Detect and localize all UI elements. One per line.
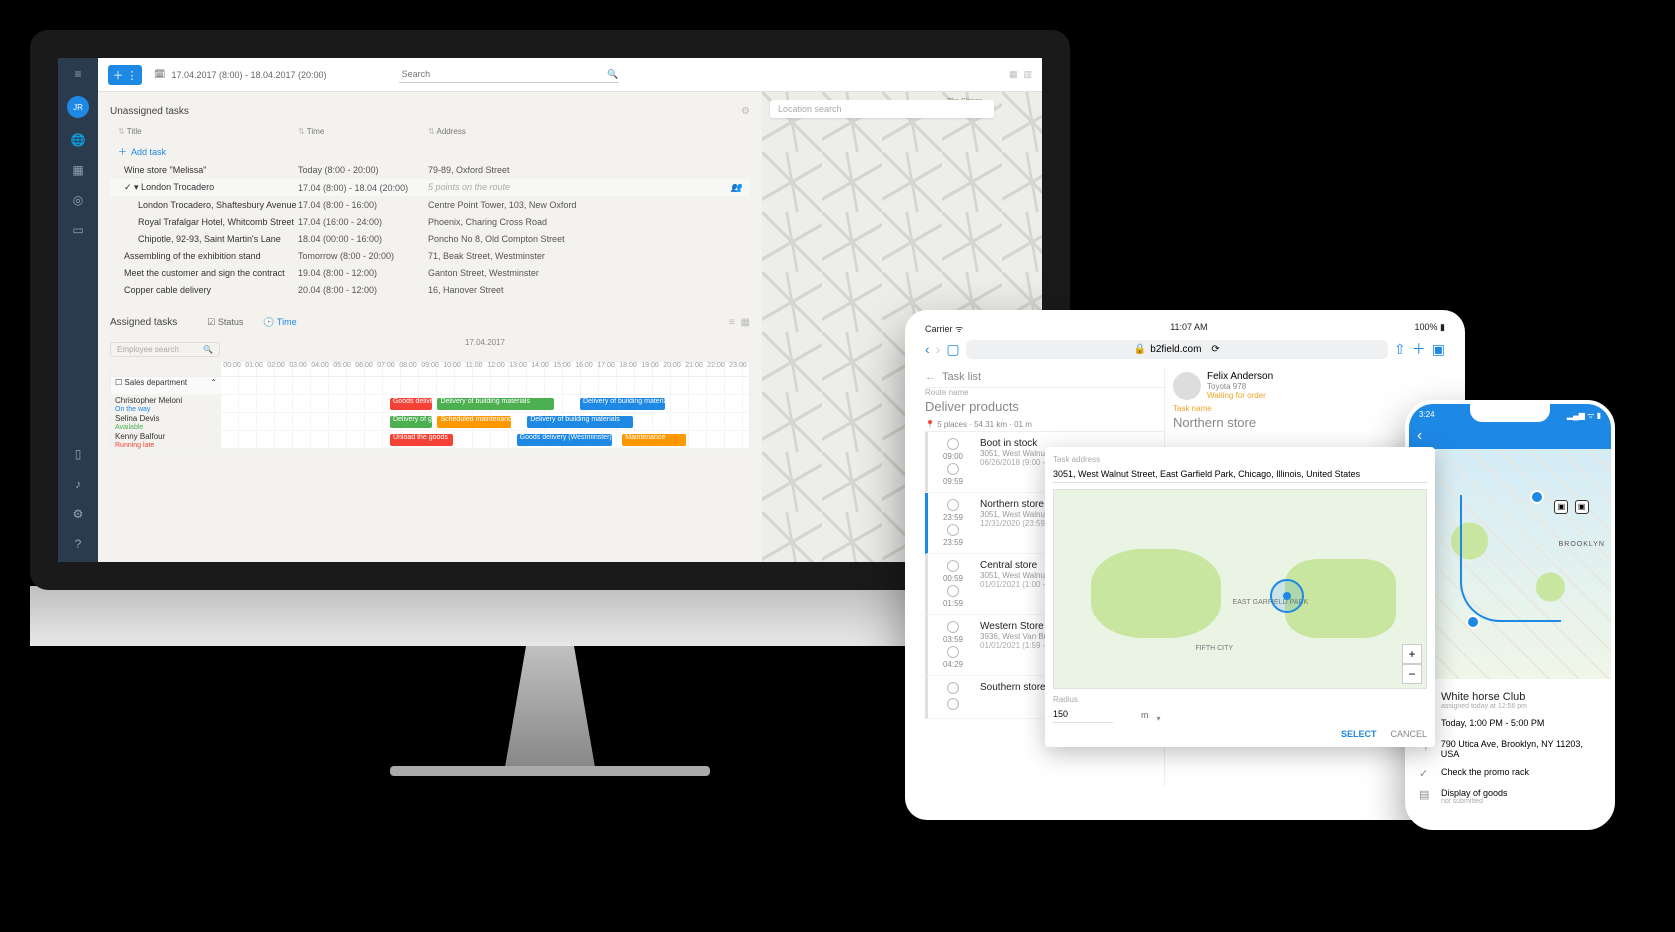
zoom-out-button[interactable]: − bbox=[1402, 664, 1422, 684]
map-marker-icon[interactable]: ▣ bbox=[1575, 500, 1589, 514]
route-name: Deliver products bbox=[925, 399, 1164, 414]
task-form: Display of goods bbox=[1441, 788, 1508, 798]
task-check: Check the promo rack bbox=[1441, 767, 1529, 777]
route-meta: 📍 5 places · 54.31 km · 01 m bbox=[925, 418, 1164, 432]
task-list-header[interactable]: ← Task list bbox=[925, 367, 1164, 388]
avatar bbox=[1173, 372, 1201, 400]
topbar: ＋ ⋮ 🗓 17.04.2017 (8:00) - 18.04.2017 (20… bbox=[98, 58, 1042, 92]
select-button[interactable]: SELECT bbox=[1341, 729, 1377, 739]
grid-view-icon[interactable]: ▦ bbox=[741, 317, 750, 328]
search-icon: 🔍 bbox=[203, 345, 213, 354]
gantt-row[interactable]: Selina DevisAvailableDelivery of g.Sched… bbox=[111, 413, 749, 431]
list-view-icon[interactable]: ≡ bbox=[729, 317, 735, 328]
sidebar: ≡ JR 🌐 ▦ ◎ ▭ ▯ ♪ ⚙ ? bbox=[58, 58, 98, 562]
task-name: Northern store bbox=[1173, 415, 1437, 430]
device-icon[interactable]: ▯ bbox=[70, 446, 86, 462]
globe-icon[interactable]: 🌐 bbox=[70, 132, 86, 148]
tab-time[interactable]: 🕒 Time bbox=[263, 317, 296, 328]
book-icon[interactable]: ▢ bbox=[946, 341, 959, 358]
calendar-icon: 🗓 bbox=[154, 69, 165, 80]
gantt-date: 17.04.2017 bbox=[220, 338, 750, 361]
popup-map[interactable]: EAST GARFIELD PARK FIFTH CITY + − bbox=[1053, 489, 1427, 689]
driver-info[interactable]: Felix Anderson Toyota 978 Waiting for or… bbox=[1173, 367, 1437, 404]
help-icon[interactable]: ? bbox=[70, 536, 86, 552]
table-row[interactable]: London Trocadero, Shaftesbury Avenue17.0… bbox=[110, 197, 750, 214]
tablet-statusbar: Carrier ᯤ 11:07 AM 100% ▮ bbox=[925, 322, 1445, 335]
location-search[interactable]: Location search bbox=[770, 100, 994, 118]
assigned-header: Assigned tasks ☑ Status 🕒 Time ≡ ▦ bbox=[110, 313, 750, 332]
share-icon[interactable]: ⇧ bbox=[1394, 341, 1406, 358]
new-tab-icon[interactable]: ＋ bbox=[1412, 339, 1426, 359]
table-row[interactable]: Meet the customer and sign the contract1… bbox=[110, 265, 750, 282]
gantt-row[interactable]: Christopher MeloniOn the wayGoods delive… bbox=[111, 395, 749, 413]
bell-icon[interactable]: ♪ bbox=[70, 476, 86, 492]
department-row[interactable]: ☐ Sales department ⌃ bbox=[111, 377, 221, 394]
back-icon[interactable]: ‹ bbox=[925, 341, 930, 357]
location-icon[interactable]: ◎ bbox=[70, 192, 86, 208]
avatar[interactable]: JR bbox=[67, 96, 89, 118]
forward-icon: › bbox=[936, 341, 941, 357]
table-row[interactable]: Royal Trafalgar Hotel, Whitcomb Street17… bbox=[110, 214, 750, 231]
task-time: Today, 1:00 PM - 5:00 PM bbox=[1441, 718, 1544, 728]
form-icon: ▤ bbox=[1419, 788, 1433, 801]
map-pin-icon bbox=[1466, 615, 1480, 629]
grid-view-icon[interactable]: ▦ bbox=[1009, 69, 1018, 80]
back-icon[interactable]: ‹ bbox=[1417, 427, 1422, 445]
add-button[interactable]: ＋ ⋮ bbox=[108, 65, 142, 85]
table-row[interactable]: Copper cable delivery20.04 (8:00 - 12:00… bbox=[110, 282, 750, 299]
radius-input[interactable] bbox=[1053, 706, 1113, 723]
task-title: White horse Club bbox=[1441, 691, 1527, 703]
phone-map[interactable]: BROOKLYN ▣ ▣ bbox=[1409, 449, 1611, 679]
gear-icon[interactable]: ⚙ bbox=[70, 506, 86, 522]
gantt-row[interactable]: Kenny BalfourRunning lateUnload the good… bbox=[111, 431, 749, 449]
table-row[interactable]: Chipotle, 92-93, Saint Martin's Lane18.0… bbox=[110, 231, 750, 248]
tabs-icon[interactable]: ▣ bbox=[1432, 341, 1445, 358]
date-range[interactable]: 🗓 17.04.2017 (8:00) - 18.04.2017 (20:00) bbox=[154, 69, 327, 80]
address-popup: Task address EAST GARFIELD PARK FIFTH CI… bbox=[1045, 447, 1435, 747]
car-icon[interactable]: ▭ bbox=[70, 222, 86, 238]
table-row[interactable]: ✓ ▾ London Trocadero17.04 (8:00) - 18.04… bbox=[110, 179, 750, 197]
task-address: 790 Utica Ave, Brooklyn, NY 11203, USA bbox=[1441, 739, 1601, 759]
menu-icon[interactable]: ≡ bbox=[70, 66, 86, 82]
add-task-link[interactable]: ＋ Add task bbox=[110, 141, 750, 162]
check-icon: ✓ bbox=[1419, 767, 1433, 780]
doc-icon[interactable]: ▦ bbox=[70, 162, 86, 178]
table-header: ⇅ Title ⇅ Time ⇅ Address bbox=[110, 123, 750, 141]
search-icon: 🔍 bbox=[607, 69, 618, 80]
tab-status[interactable]: ☑ Status bbox=[207, 317, 243, 328]
reload-icon[interactable]: ⟳ bbox=[1211, 344, 1219, 355]
tablet-device: Carrier ᯤ 11:07 AM 100% ▮ ‹ › ▢ 🔒 b2fiel… bbox=[905, 310, 1465, 820]
phone-device: 3:24▂▄▆ ᯤ ▮ ‹ BROOKLYN ▣ ▣ ○ White horse… bbox=[1405, 400, 1615, 830]
chevron-down-icon[interactable]: ▾ bbox=[1157, 714, 1161, 723]
employee-search[interactable]: Employee search 🔍 bbox=[110, 342, 220, 357]
map-marker-icon[interactable]: ▣ bbox=[1554, 500, 1568, 514]
gear-icon[interactable]: ⚙ bbox=[741, 106, 750, 117]
list-view-icon[interactable]: ▥ bbox=[1023, 69, 1032, 80]
map-pin-icon[interactable] bbox=[1270, 579, 1304, 613]
table-row[interactable]: Assembling of the exhibition standTomorr… bbox=[110, 248, 750, 265]
search-field[interactable]: 🔍 bbox=[399, 66, 619, 83]
zoom-in-button[interactable]: + bbox=[1402, 644, 1422, 664]
cancel-button[interactable]: CANCEL bbox=[1390, 729, 1427, 739]
url-bar[interactable]: 🔒 b2field.com ⟳ bbox=[966, 340, 1388, 359]
table-row[interactable]: Wine store "Melissa"Today (8:00 - 20:00)… bbox=[110, 162, 750, 179]
phone-nav: ‹ bbox=[1409, 423, 1611, 449]
address-input[interactable] bbox=[1053, 466, 1427, 483]
unassigned-header: Unassigned tasks ⚙ bbox=[110, 106, 750, 117]
